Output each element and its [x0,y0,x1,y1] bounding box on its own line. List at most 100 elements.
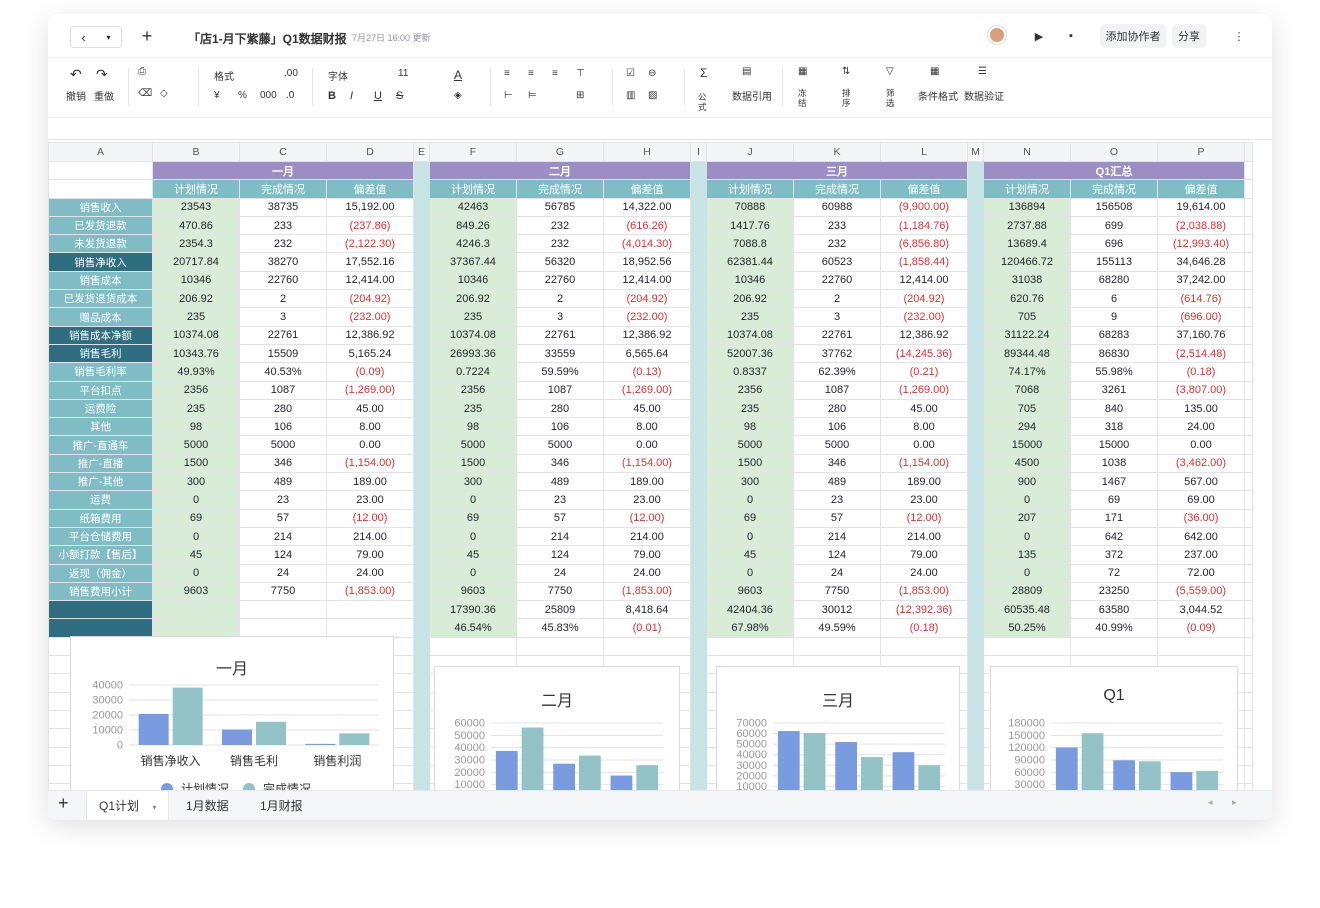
blank-cell[interactable] [1244,215,1253,236]
blank-cell[interactable] [1244,435,1253,455]
align-left-icon[interactable]: ≡ [504,68,510,79]
data-cell[interactable]: 705 [983,398,1071,419]
data-cell[interactable]: 900 [983,472,1071,492]
data-cell[interactable]: 2 [793,289,881,309]
data-cell[interactable]: (12.00) [326,508,414,528]
blank-cell[interactable] [1244,252,1253,272]
data-cell[interactable]: 52007.36 [706,343,794,364]
data-cell[interactable]: 7750 [516,581,604,602]
data-cell[interactable]: 38270 [239,252,327,272]
data-cell[interactable]: 22760 [239,270,327,291]
data-cell[interactable]: 300 [429,472,517,492]
data-cell[interactable]: 0.7224 [429,362,517,382]
data-cell[interactable]: 42463 [429,197,517,217]
data-cell[interactable]: 214 [793,526,881,547]
data-cell[interactable]: (5,559.00) [1157,581,1245,602]
data-cell[interactable] [152,618,240,638]
validation-button[interactable]: 数据验证 [964,88,1004,103]
bar-done[interactable] [803,733,826,790]
data-cell[interactable]: 120466.72 [983,252,1071,272]
data-cell[interactable]: (232.00) [603,307,691,327]
data-cell[interactable]: 214 [516,526,604,547]
month-header[interactable]: 一月 [152,160,414,181]
data-cell[interactable]: 24 [793,563,881,583]
data-cell[interactable]: 7068 [983,380,1071,400]
blank-cell[interactable] [1244,307,1253,327]
empty-cell[interactable] [1244,764,1253,785]
validation-icon[interactable]: ☰ [978,66,987,77]
checkbox-icon[interactable]: ☑ [626,68,635,79]
bar-done[interactable] [636,765,659,790]
bar-done[interactable] [861,757,883,790]
data-cell[interactable]: (9,900.00) [880,197,968,217]
sort-button[interactable]: 排序 [842,88,852,108]
data-cell[interactable]: 69 [152,508,240,528]
image-icon[interactable]: ▨ [648,90,657,101]
data-cell[interactable]: 0 [152,490,240,510]
data-cell[interactable]: 6,565.64 [603,343,691,364]
formula-button[interactable]: 公式 [698,92,708,112]
comment-icon[interactable]: ▪ [1060,24,1082,48]
data-cell[interactable]: 10374.08 [429,325,517,345]
empty-cell[interactable] [1070,636,1158,657]
data-cell[interactable]: 235 [152,398,240,419]
data-cell[interactable]: 23 [793,490,881,510]
data-cell[interactable]: 106 [793,417,881,437]
data-cell[interactable]: 155113 [1070,252,1158,272]
data-cell[interactable]: (12.00) [603,508,691,528]
data-cell[interactable]: (204.92) [326,289,414,309]
data-cell[interactable]: 49.59% [793,618,881,638]
data-cell[interactable]: 489 [793,472,881,492]
data-cell[interactable]: 7088.8 [706,234,794,254]
data-cell[interactable]: 235 [706,307,794,327]
data-cell[interactable]: 136894 [983,197,1071,217]
text-color-icon[interactable]: A [454,68,462,82]
data-cell[interactable]: 3 [793,307,881,327]
column-header[interactable]: H [603,142,691,162]
data-cell[interactable]: 86830 [1070,343,1158,364]
data-cell[interactable]: 2356 [152,380,240,400]
empty-cell[interactable] [1244,655,1253,675]
data-cell[interactable]: 6 [1070,289,1158,309]
blank-cell[interactable] [1244,289,1253,309]
redo-icon[interactable]: ↷ [96,66,108,83]
blank-cell[interactable] [1244,508,1253,528]
data-cell[interactable]: 0 [152,563,240,583]
data-cell[interactable]: 23.00 [603,490,691,510]
blank-cell[interactable] [1244,472,1253,492]
data-cell[interactable]: 12,386.92 [603,325,691,345]
data-cell[interactable]: 13689.4 [983,234,1071,254]
data-cell[interactable]: 72.00 [1157,563,1245,583]
data-cell[interactable]: 237.00 [1157,545,1245,565]
blank-cell[interactable] [1244,197,1253,217]
data-cell[interactable]: 50.25% [983,618,1071,638]
data-cell[interactable]: 189.00 [603,472,691,492]
data-cell[interactable]: 300 [152,472,240,492]
empty-cell[interactable] [1244,691,1253,711]
data-cell[interactable]: 24 [239,563,327,583]
row-label[interactable]: 销售成本 [48,270,153,291]
data-cell[interactable]: 0 [429,526,517,547]
data-cell[interactable]: 232 [516,234,604,254]
data-cell[interactable]: 5000 [239,435,327,455]
data-cell[interactable]: 206.92 [152,289,240,309]
data-cell[interactable]: 12,414.00 [880,270,968,291]
fill-color-icon[interactable]: ◈ [454,90,462,101]
data-cell[interactable] [326,600,414,620]
column-header[interactable]: B [152,142,240,162]
data-cell[interactable]: 232 [239,234,327,254]
data-cell[interactable]: 1087 [793,380,881,400]
data-cell[interactable]: 33559 [516,343,604,364]
data-cell[interactable]: 235 [429,398,517,419]
column-header[interactable]: G [516,142,604,162]
bar-done[interactable] [579,755,601,790]
data-cell[interactable]: 98 [152,417,240,437]
data-cell[interactable]: 156508 [1070,197,1158,217]
row-label[interactable]: 销售净收入 [48,252,153,272]
present-icon[interactable]: ▶ [1028,24,1050,48]
data-cell[interactable]: 3 [516,307,604,327]
freeze-icon[interactable]: ▦ [798,66,807,77]
data-cell[interactable]: 19,614.00 [1157,197,1245,217]
data-cell[interactable]: (12,993.40) [1157,234,1245,254]
conditional-format-button[interactable]: 条件格式 [918,88,958,103]
